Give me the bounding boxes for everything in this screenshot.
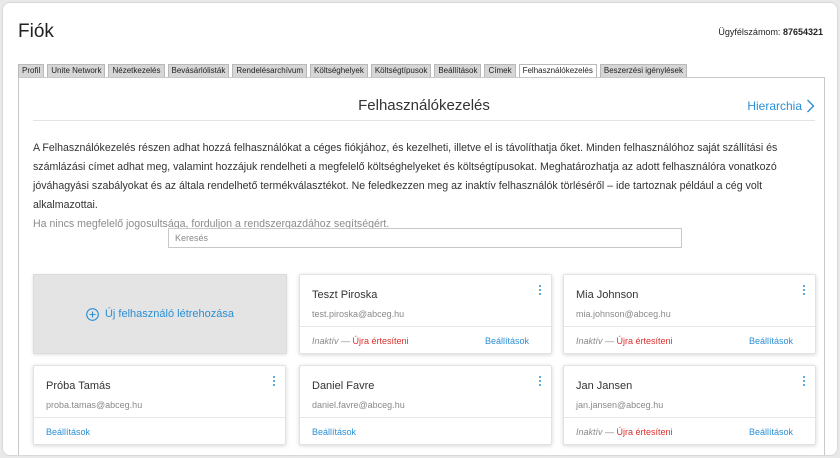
account-window: Fiók Ügyfélszámom: 87654321 Profil Unite…	[2, 2, 838, 456]
tab-koltseghelyek[interactable]: Költséghelyek	[310, 64, 368, 77]
plus-circle-icon	[86, 307, 99, 321]
user-name: Próba Tamás	[46, 380, 111, 392]
more-vertical-icon[interactable]	[801, 285, 807, 297]
settings-link[interactable]: Beállítások	[46, 427, 90, 437]
tab-koltsegtipusok[interactable]: Költségtípusok	[370, 64, 432, 77]
settings-link[interactable]: Beállítások	[312, 427, 356, 437]
user-status: Inaktív — Újra értesíteni	[312, 336, 409, 346]
user-status: Inaktív — Újra értesíteni	[576, 336, 673, 346]
user-card: Próba Tamás proba.tamas@abceg.hu Beállít…	[33, 365, 286, 445]
tab-nezetkezeles[interactable]: Nézetkezelés	[108, 64, 165, 77]
section-description: A Felhasználókezelés részen adhat hozzá …	[33, 139, 821, 234]
user-email: test.piroska@abceg.hu	[312, 309, 405, 319]
customer-number: Ügyfélszámom: 87654321	[718, 27, 823, 37]
section-title: Felhasználókezelés	[358, 97, 490, 114]
user-card: Mia Johnson mia.johnson@abceg.hu Inaktív…	[563, 274, 816, 354]
tab-rendelesarchivum[interactable]: Rendelésarchívum	[232, 64, 308, 77]
inactive-label: Inaktív	[312, 336, 339, 346]
user-management-panel: Felhasználókezelés Hierarchia A Felhaszn…	[18, 77, 825, 455]
more-vertical-icon[interactable]	[537, 285, 543, 297]
user-card: Teszt Piroska test.piroska@abceg.hu Inak…	[299, 274, 552, 354]
more-vertical-icon[interactable]	[801, 376, 807, 388]
search-input[interactable]	[168, 228, 682, 248]
card-footer: Inaktív — Újra értesíteni Beállítások	[564, 417, 815, 444]
card-footer: Beállítások	[34, 417, 285, 444]
renotify-link[interactable]: Újra értesíteni	[617, 427, 673, 437]
more-vertical-icon[interactable]	[271, 376, 277, 388]
user-email: jan.jansen@abceg.hu	[576, 400, 664, 410]
card-footer: Beállítások	[300, 417, 551, 444]
tab-cimek[interactable]: Címek	[484, 64, 516, 77]
tab-beallitasok[interactable]: Beállítások	[434, 64, 482, 77]
tab-bevasarlolistak[interactable]: Bevásárlólisták	[167, 64, 230, 77]
create-user-label: Új felhasználó létrehozása	[104, 308, 235, 320]
page-title: Fiók	[18, 21, 54, 42]
user-email: mia.johnson@abceg.hu	[576, 309, 671, 319]
tab-profil[interactable]: Profil	[18, 64, 45, 77]
tab-felhasznalokezeles[interactable]: Felhasználókezelés	[518, 64, 597, 78]
hierarchy-link[interactable]: Hierarchia	[747, 99, 815, 113]
user-name: Daniel Favre	[312, 380, 375, 392]
more-vertical-icon[interactable]	[537, 376, 543, 388]
inactive-label: Inaktív	[576, 427, 603, 437]
hierarchy-link-label: Hierarchia	[747, 99, 802, 113]
inactive-label: Inaktív	[576, 336, 603, 346]
tab-bar: Profil Unite Network Nézetkezelés Bevásá…	[18, 64, 690, 78]
user-email: proba.tamas@abceg.hu	[46, 400, 143, 410]
description-text: A Felhasználókezelés részen adhat hozzá …	[33, 142, 778, 211]
user-name: Jan Jansen	[576, 380, 633, 392]
tab-unite-network[interactable]: Unite Network	[47, 64, 106, 77]
user-name: Mia Johnson	[576, 289, 639, 301]
renotify-link[interactable]: Újra értesíteni	[353, 336, 409, 346]
create-user-button[interactable]: Új felhasználó létrehozása	[33, 274, 287, 354]
section-header: Felhasználókezelés Hierarchia	[33, 88, 815, 121]
user-name: Teszt Piroska	[312, 289, 378, 301]
chevron-right-icon	[807, 99, 815, 113]
customer-number-label: Ügyfélszámom:	[718, 27, 781, 37]
settings-link[interactable]: Beállítások	[749, 336, 793, 346]
tab-beszerzesi-igenylesek[interactable]: Beszerzési igénylések	[599, 64, 688, 77]
settings-link[interactable]: Beállítások	[749, 427, 793, 437]
user-status: Inaktív — Újra értesíteni	[576, 427, 673, 437]
user-card: Daniel Favre daniel.favre@abceg.hu Beáll…	[299, 365, 552, 445]
card-footer: Inaktív — Újra értesíteni Beállítások	[564, 326, 815, 353]
customer-number-value: 87654321	[782, 27, 823, 37]
renotify-link[interactable]: Újra értesíteni	[617, 336, 673, 346]
settings-link[interactable]: Beállítások	[485, 336, 529, 346]
user-email: daniel.favre@abceg.hu	[312, 400, 405, 410]
card-footer: Inaktív — Újra értesíteni Beállítások	[300, 326, 551, 353]
user-card: Jan Jansen jan.jansen@abceg.hu Inaktív —…	[563, 365, 816, 445]
